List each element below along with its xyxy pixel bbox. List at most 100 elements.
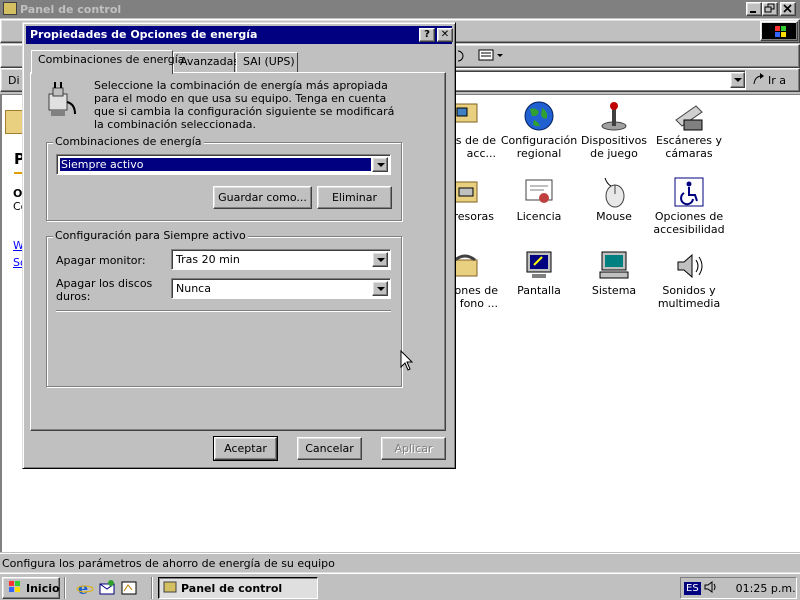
address-label-fragment: Di	[8, 74, 20, 87]
cancel-button[interactable]: Cancelar	[297, 437, 362, 460]
cp-item-scanners[interactable]: Escáneres y cámaras	[649, 100, 729, 160]
task-label: Panel de control	[181, 581, 283, 595]
save-as-button[interactable]: Guardar como...	[213, 186, 312, 209]
chevron-down-icon[interactable]	[372, 281, 388, 296]
speaker-icon	[672, 250, 706, 282]
power-scheme-select[interactable]: Siempre activo	[56, 154, 391, 175]
mouse-cursor-icon	[400, 349, 414, 375]
address-dropdown-icon[interactable]	[730, 72, 745, 88]
delete-label: Eliminar	[331, 191, 378, 204]
mouse-icon	[597, 176, 631, 208]
address-input[interactable]	[454, 70, 746, 90]
cp-item-regional[interactable]: Configuración regional	[499, 100, 579, 160]
minimize-icon[interactable]	[746, 2, 762, 16]
globe-icon	[522, 100, 556, 132]
cancel-label: Cancelar	[305, 442, 354, 455]
apply-label: Aplicar	[394, 442, 433, 455]
go-button[interactable]: Ir a	[752, 70, 796, 90]
monitor-timeout-select[interactable]: Tras 20 min	[171, 249, 391, 270]
views-icon[interactable]	[478, 48, 504, 65]
disks-timeout-select[interactable]: Nunca	[171, 278, 391, 299]
tab-ups[interactable]: SAI (UPS)	[236, 52, 298, 72]
chevron-down-icon[interactable]	[372, 252, 388, 267]
disks-timeout-value: Nunca	[176, 282, 211, 295]
settings-group-label: Configuración para Siempre activo	[53, 229, 248, 242]
dialog-titlebar[interactable]: Propiedades de Opciones de energía ? ✕	[26, 26, 453, 44]
delete-button[interactable]: Eliminar	[317, 186, 392, 209]
dialog-title: Propiedades de Opciones de energía	[30, 28, 258, 41]
intro-text: Seleccione la combinación de energía más…	[94, 79, 395, 131]
windows-flag-icon	[7, 580, 23, 597]
go-arrow-icon	[752, 72, 766, 89]
system-tray: ES 01:25 p.m.	[680, 577, 797, 599]
go-label: Ir a	[768, 73, 787, 87]
close-icon[interactable]	[780, 2, 796, 16]
control-panel-icon	[163, 580, 177, 597]
cp-item-sounds[interactable]: Sonidos y multimedia	[649, 250, 729, 310]
folder-icon	[5, 110, 23, 134]
start-label: Inicio	[26, 581, 60, 595]
monitor-label: Apagar monitor:	[56, 254, 146, 267]
history-icon[interactable]	[456, 49, 466, 66]
disks-label: Apagar los discos duros:	[56, 277, 153, 303]
content-border	[0, 94, 2, 552]
cp-item-label: Pantalla	[517, 284, 561, 297]
tab-power-schemes[interactable]: Combinaciones de energía	[31, 50, 185, 74]
chevron-down-icon[interactable]	[372, 157, 388, 172]
accessibility-icon	[672, 176, 706, 208]
certificate-icon	[522, 176, 556, 208]
cp-item-label: Escáneres y cámaras	[656, 134, 722, 160]
ok-button[interactable]: Aceptar	[213, 436, 278, 461]
taskbar-item-control-panel[interactable]: Panel de control	[158, 577, 318, 599]
joystick-icon	[597, 100, 631, 132]
status-text: Configura los parámetros de ahorro de en…	[2, 557, 335, 570]
scanner-icon	[672, 100, 706, 132]
windows-logo-icon	[760, 21, 798, 41]
apply-button[interactable]: Aplicar	[381, 437, 446, 460]
internet-explorer-icon[interactable]: e	[76, 579, 94, 600]
taskbar-separator	[151, 577, 153, 599]
dialog-close-button[interactable]: ✕	[437, 28, 453, 42]
help-button[interactable]: ?	[419, 28, 435, 42]
monitor-timeout-value: Tras 20 min	[176, 253, 240, 266]
status-bar: Configura los parámetros de ahorro de en…	[0, 553, 800, 572]
cp-item-mouse[interactable]: Mouse	[574, 176, 654, 223]
power-scheme-value: Siempre activo	[60, 158, 371, 171]
restore-icon[interactable]	[762, 2, 778, 16]
control-panel-titlebar[interactable]: Panel de control	[0, 0, 800, 18]
cp-item-label: Mouse	[596, 210, 632, 223]
cp-item-label: Sistema	[591, 284, 637, 297]
taskbar: Inicio e Panel de control ES 01:25 p.m.	[0, 572, 800, 600]
display-icon	[522, 250, 556, 282]
tab-label: Combinaciones de energía	[38, 53, 185, 66]
cp-item-license[interactable]: Licencia	[499, 176, 579, 223]
control-panel-icon	[3, 2, 17, 15]
cp-item-label: Dispositivos de juego	[580, 134, 648, 160]
cp-item-system[interactable]: Sistema	[574, 250, 654, 297]
taskbar-separator	[64, 577, 66, 599]
cp-item-label: Configuración regional	[500, 134, 578, 160]
cp-item-label: Sonidos y multimedia	[657, 284, 721, 310]
cp-item-label: Licencia	[516, 210, 562, 223]
outlook-express-icon[interactable]	[98, 579, 116, 600]
power-schemes-group-label: Combinaciones de energía	[53, 135, 204, 148]
show-desktop-icon[interactable]	[120, 579, 138, 600]
pane-heading-fragment: O	[13, 187, 23, 200]
cp-item-display[interactable]: Pantalla	[499, 250, 579, 297]
start-button[interactable]: Inicio	[2, 577, 60, 599]
separator	[56, 310, 391, 312]
cp-item-game-devices[interactable]: Dispositivos de juego	[574, 100, 654, 160]
svg-text:e: e	[78, 579, 88, 597]
language-indicator[interactable]: ES	[684, 581, 701, 595]
power-plug-icon	[43, 80, 81, 123]
speaker-tray-icon[interactable]	[704, 580, 718, 597]
clock[interactable]: 01:25 p.m.	[736, 582, 796, 595]
ok-label: Aceptar	[224, 442, 267, 455]
cp-item-label: Opciones de accesibilidad	[653, 210, 725, 236]
cp-item-accessibility[interactable]: Opciones de accesibilidad	[649, 176, 729, 236]
tab-label: SAI (UPS)	[243, 55, 295, 68]
window-title: Panel de control	[20, 2, 122, 16]
save-as-label: Guardar como...	[218, 191, 307, 204]
tab-label: Avanzadas	[180, 55, 240, 68]
computer-icon	[597, 250, 631, 282]
